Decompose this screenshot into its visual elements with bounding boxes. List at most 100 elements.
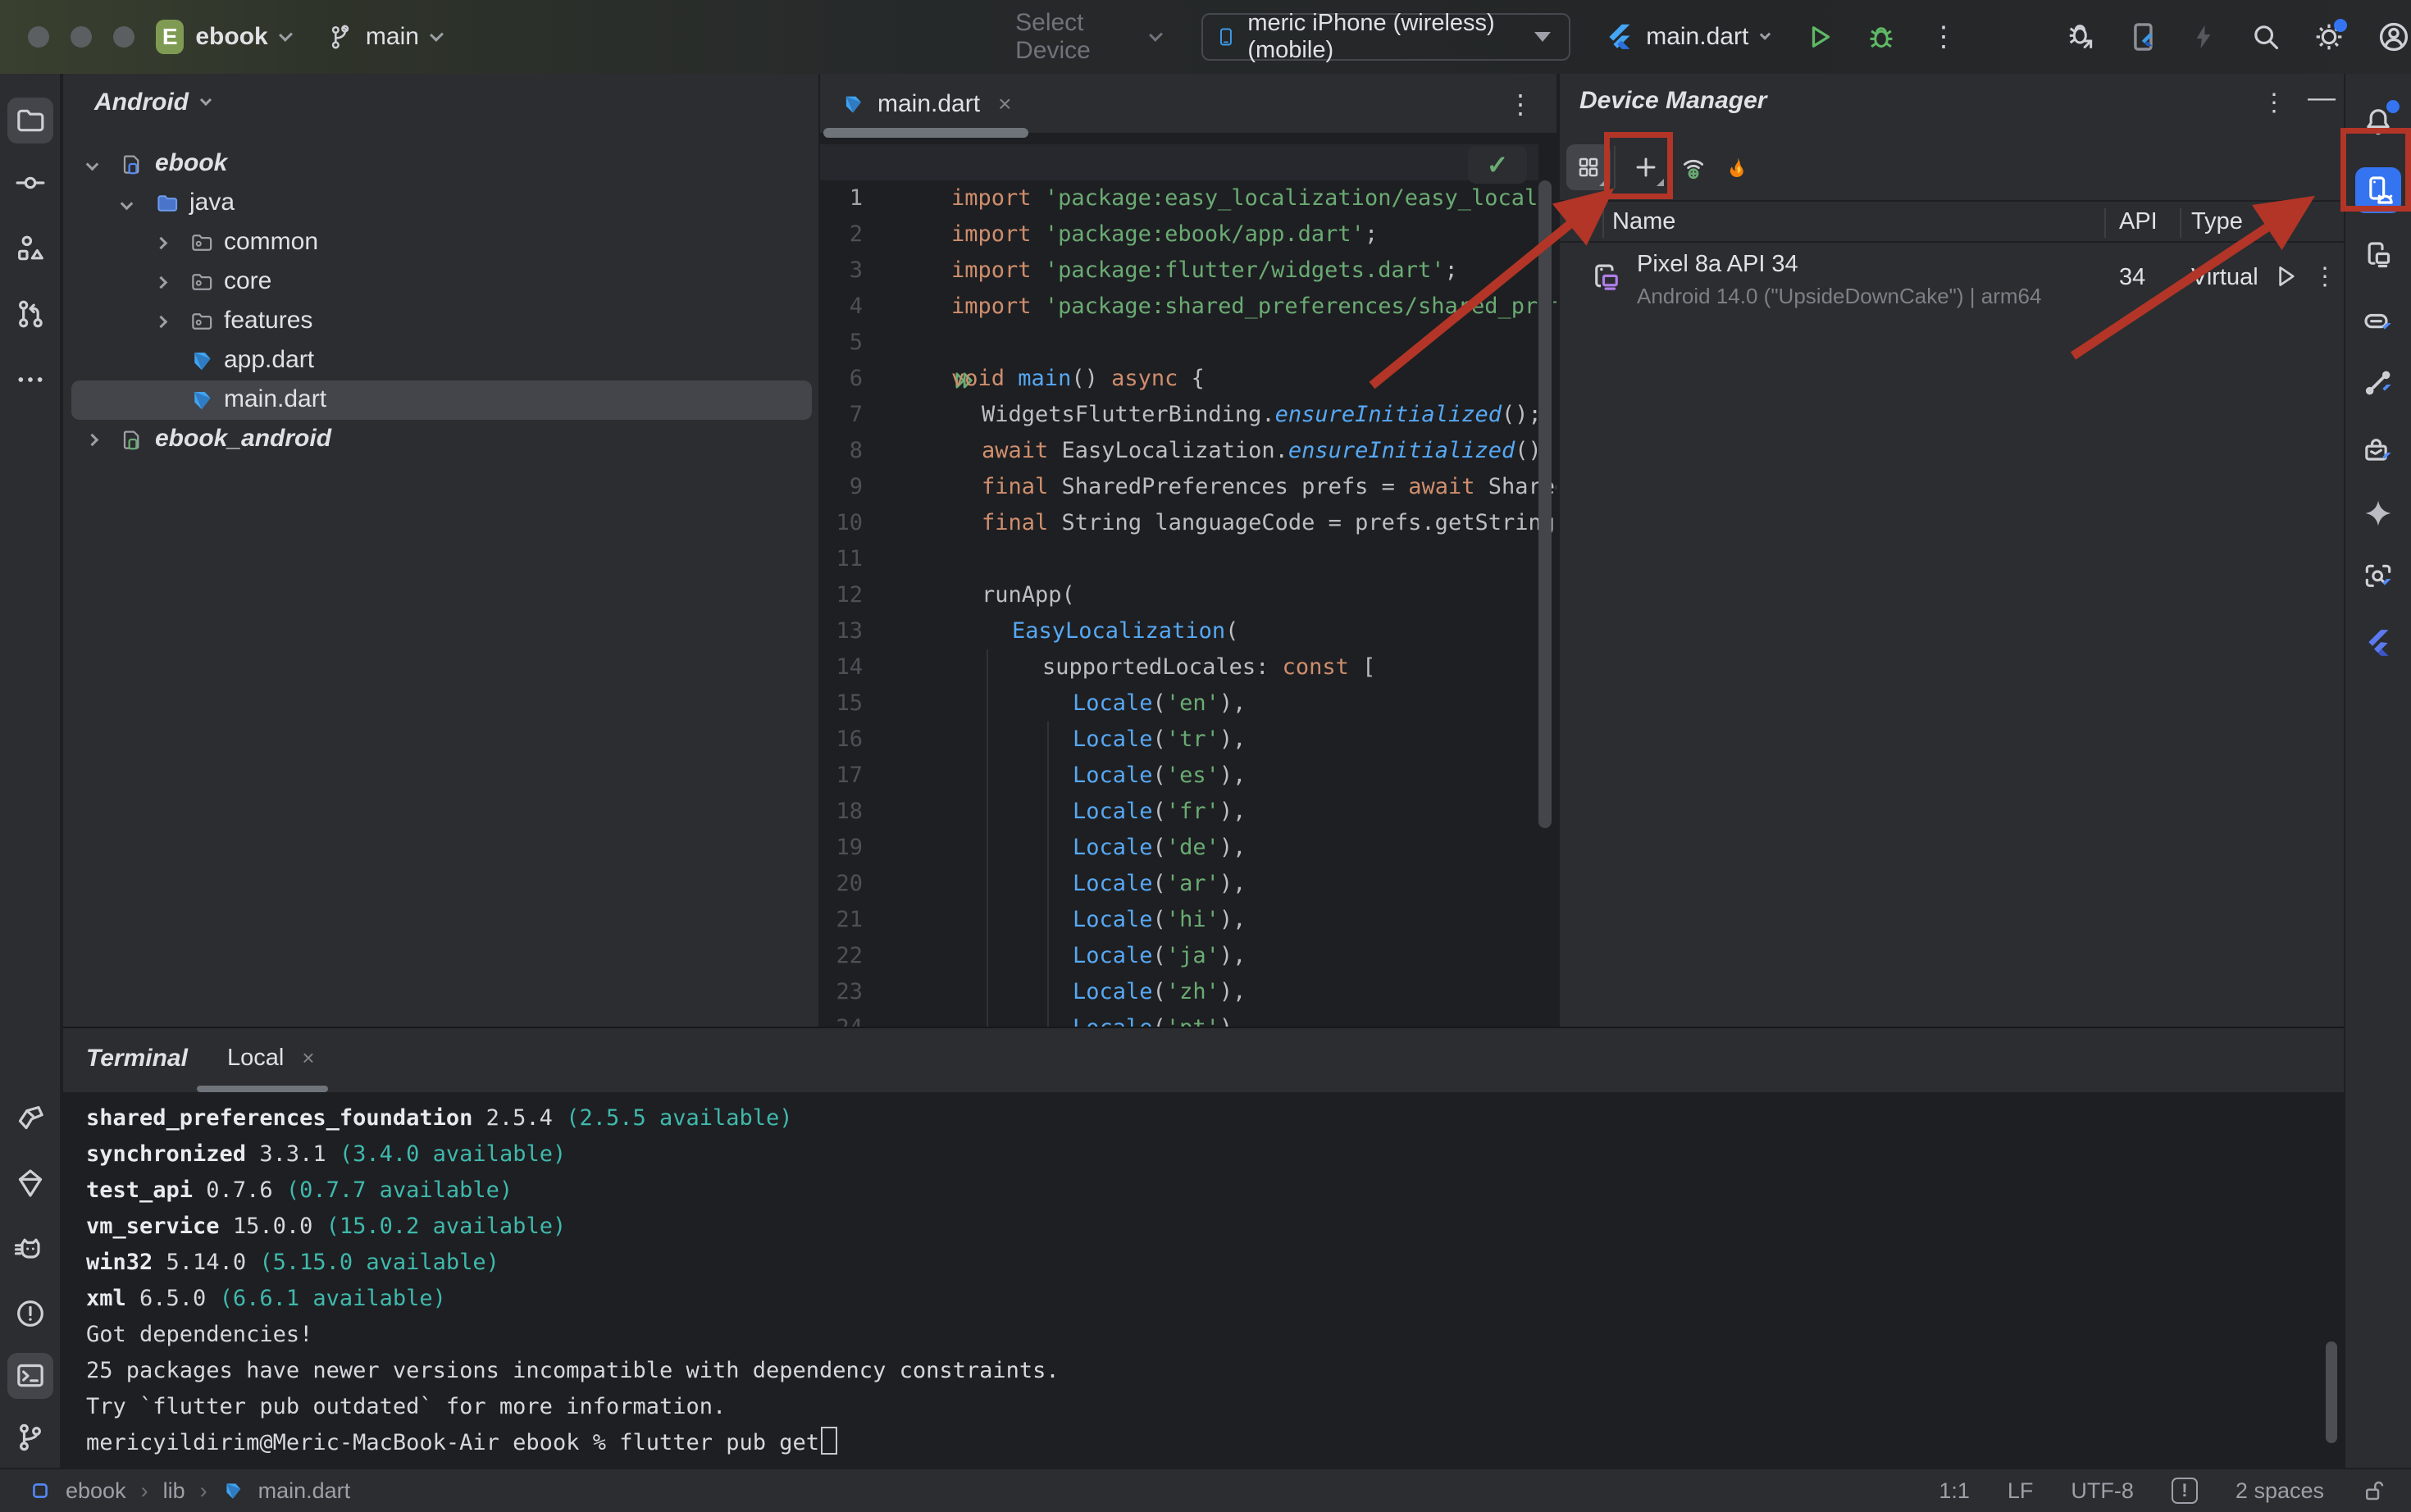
sidebar-item-commit-icon[interactable] [7,160,53,206]
tree-selection-highlight [71,380,812,420]
add-device-plus-button[interactable] [1624,144,1668,190]
tree-chevron-icon[interactable] [155,236,168,249]
column-name[interactable]: Name [1612,208,1675,235]
tree-item-java[interactable]: java [63,184,818,223]
window-zoom-button[interactable] [113,26,134,48]
device-mirror-icon[interactable] [2129,20,2160,53]
panel-options-kebab[interactable]: ⋮ [2262,89,2286,117]
project-name[interactable]: ebook [195,23,267,51]
window-controls[interactable] [28,26,134,48]
tree-item-features[interactable]: features [63,302,818,341]
tree-item-label: main.dart [224,385,326,413]
sidebar-item-pull-requests-icon[interactable] [7,291,53,337]
device-options-kebab[interactable]: ⋮ [2313,262,2337,291]
unlocked-padlock-icon[interactable] [2362,1478,2386,1503]
sidebar-item-gemini-icon[interactable] [2355,490,2401,536]
sidebar-item-logcat-icon[interactable] [7,1226,53,1272]
column-type[interactable]: Type [2191,208,2243,235]
terminal-line: xml 6.5.0 (6.6.1 available) [86,1281,446,1317]
lightning-icon[interactable] [2190,20,2217,53]
tree-item-app-dart[interactable]: app.dart [63,341,818,380]
settings-gear-icon[interactable] [2313,20,2345,53]
device-api: 34 [2119,264,2145,291]
sidebar-item-flutter-inspector-icon[interactable] [2355,360,2401,406]
breadcrumb-item: lib [163,1478,185,1504]
tree-chevron-icon[interactable] [155,276,168,289]
tree-item-label: app.dart [224,346,314,374]
tree-chevron-icon[interactable] [86,157,99,171]
sidebar-item-more-tool-windows-icon[interactable] [7,357,53,403]
column-api[interactable]: API [2119,208,2158,235]
sidebar-item-dart-analysis-icon[interactable] [2355,298,2401,344]
sidebar-item-flutter-devtools-icon[interactable] [2355,554,2401,600]
search-icon[interactable] [2250,21,2281,52]
tab-close-icon[interactable]: × [998,91,1011,117]
code-line: 25Locale('ru'), [820,1010,1556,1027]
tree-item-ebook_android[interactable]: ebook_android [63,420,818,459]
account-icon[interactable] [2377,20,2411,54]
terminal-output[interactable]: shared_preferences_foundation 2.5.4 (2.5… [63,1092,2344,1469]
tree-chevron-icon[interactable] [155,315,168,328]
terminal-panel: Terminal Local× shared_preferences_found… [63,1027,2344,1468]
package-icon [189,230,214,262]
panel-minimize-icon[interactable]: — [2308,82,2336,114]
tree-item-ebook[interactable]: ebook [63,144,818,184]
editor-options-kebab[interactable]: ⋮ [1507,89,1534,120]
firebase-icon[interactable] [1716,144,1760,190]
file-encoding[interactable]: UTF-8 [2071,1478,2134,1504]
launch-device-play-icon[interactable] [2272,262,2299,290]
restart-debug-icon[interactable] [2065,20,2098,53]
folder-icon [155,191,180,222]
sidebar-item-running-devices-icon[interactable] [2355,233,2401,279]
tree-item-core[interactable]: core [63,262,818,302]
indent-setting[interactable]: 2 spaces [2236,1478,2324,1504]
breadcrumb-item: ebook [66,1478,126,1504]
window-close-button[interactable] [28,26,49,48]
sidebar-item-flutter-performance-icon[interactable] [2355,620,2401,666]
sidebar-item-gradle-icon[interactable] [7,1095,53,1141]
sidebar-item-flutter-outline-icon[interactable] [2355,428,2401,474]
code-line: 10final String languageCode = prefs.getS… [820,469,1556,505]
run-config-name[interactable]: main.dart [1646,23,1748,51]
highlight-level-icon[interactable]: ! [2172,1478,2198,1504]
device-row[interactable]: Pixel 8a API 34 Android 14.0 ("UpsideDow… [1560,244,2344,323]
code-line: 7WidgetsFlutterBinding.ensureInitialized… [820,361,1556,397]
caret-position[interactable]: 1:1 [1939,1478,1970,1504]
breadcrumb[interactable]: ebook › lib › main.dart [30,1478,350,1504]
tree-item-main-dart[interactable]: main.dart [63,380,818,420]
line-ending[interactable]: LF [2008,1478,2034,1504]
select-device-label[interactable]: Select Device [1015,9,1138,65]
inspections-widget[interactable]: ✓ [1468,146,1527,184]
window-minimize-button[interactable] [71,26,92,48]
debug-button[interactable] [1866,21,1897,52]
run-options-kebab[interactable]: ⋮ [1930,20,1958,53]
project-view-selector[interactable]: Android [94,89,210,116]
terminal-scrollbar[interactable] [2326,1341,2337,1443]
pair-wifi-icon[interactable] [1671,144,1716,190]
tab-main-dart[interactable]: main.dart × [841,74,1011,134]
tree-chevron-icon[interactable] [86,433,99,446]
sidebar-item-problems-icon[interactable] [7,1291,53,1337]
package-icon [189,309,214,340]
device-selector[interactable]: meric iPhone (wireless) (mobile) [1201,13,1570,61]
editor-vertical-scrollbar[interactable] [1538,180,1552,828]
run-button[interactable] [1805,22,1834,52]
tree-item-label: ebook [155,149,227,177]
branch-name[interactable]: main [366,23,419,51]
sidebar-item-project-folder-icon[interactable] [7,98,53,143]
tree-item-common[interactable]: common [63,223,818,262]
toolbar-divider [1614,146,1616,189]
code-area[interactable]: 1import 'package:easy_localization/easy_… [820,144,1556,1027]
sidebar-item-dart-diamond-icon[interactable] [7,1160,53,1206]
device-manager-toolbar [1560,134,2344,202]
tree-chevron-icon[interactable] [121,197,134,210]
grid-view-icon[interactable] [1566,144,1611,190]
sidebar-item-git-branch-icon[interactable] [7,1414,53,1460]
terminal-tab-local[interactable]: Local× [227,1045,315,1072]
module-icon [30,1480,51,1501]
sidebar-item-structure-icon[interactable] [7,225,53,271]
sidebar-item-device-manager-icon[interactable] [2355,167,2401,213]
sidebar-item-terminal-icon[interactable] [7,1353,53,1399]
tab-close-icon[interactable]: × [302,1045,314,1070]
sidebar-item-notifications-icon[interactable] [2355,98,2401,144]
